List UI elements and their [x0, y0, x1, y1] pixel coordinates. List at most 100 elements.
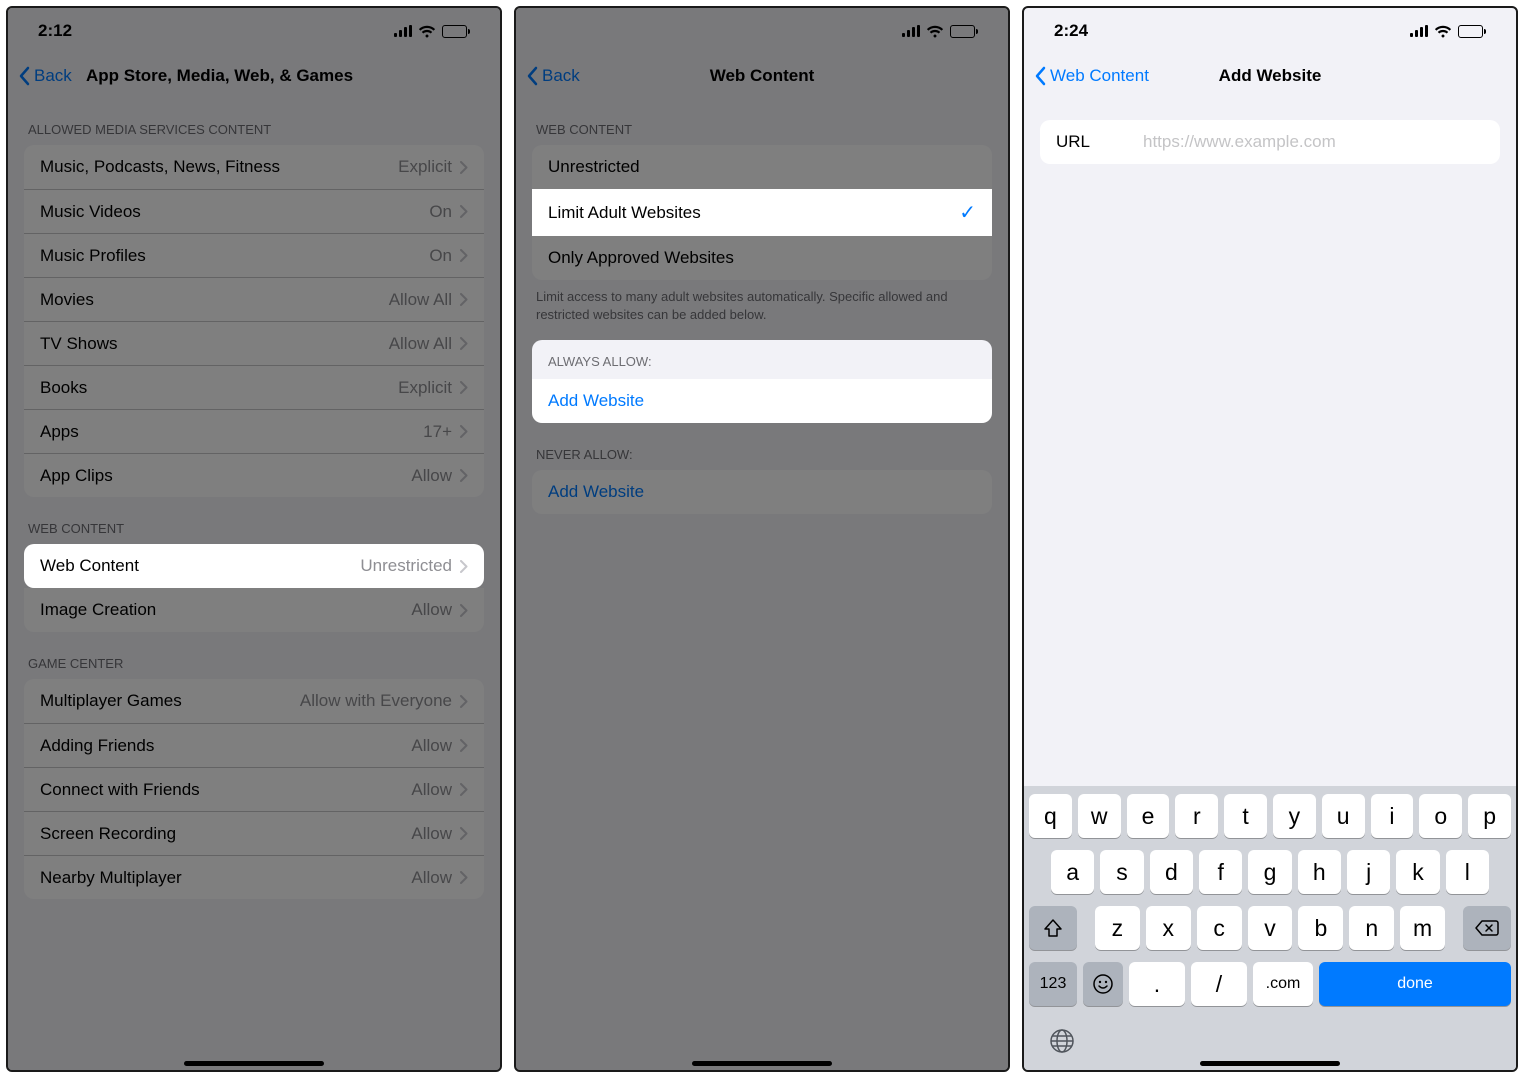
key-p[interactable]: p — [1468, 794, 1511, 838]
row-detail: Explicit — [398, 378, 452, 398]
key-b[interactable]: b — [1298, 906, 1343, 950]
key-m[interactable]: m — [1400, 906, 1445, 950]
key-d[interactable]: d — [1150, 850, 1193, 894]
key-w[interactable]: w — [1078, 794, 1121, 838]
row-label: Adding Friends — [40, 736, 411, 756]
add-website-always[interactable]: Add Website — [532, 379, 992, 423]
key-g[interactable]: g — [1248, 850, 1291, 894]
settings-row[interactable]: Music VideosOn — [24, 189, 484, 233]
battery-icon — [442, 25, 470, 38]
key-c[interactable]: c — [1197, 906, 1242, 950]
web-content-row-highlighted[interactable]: Web Content Unrestricted — [24, 544, 484, 588]
content-scroll[interactable]: URL — [1024, 98, 1516, 786]
key-u[interactable]: u — [1322, 794, 1365, 838]
key-n[interactable]: n — [1349, 906, 1394, 950]
url-input[interactable] — [1141, 131, 1484, 153]
status-time: 2:24 — [1054, 21, 1088, 41]
emoji-icon — [1092, 973, 1114, 995]
back-label: Back — [34, 66, 72, 86]
settings-row[interactable]: Music ProfilesOn — [24, 233, 484, 277]
emoji-key[interactable] — [1083, 962, 1123, 1006]
settings-row[interactable]: App ClipsAllow — [24, 453, 484, 497]
content-scroll[interactable]: WEB CONTENT Unrestricted Limit Adult Web… — [516, 98, 1008, 1070]
period-key[interactable]: . — [1129, 962, 1185, 1006]
back-button[interactable]: Back — [526, 66, 580, 86]
key-q[interactable]: q — [1029, 794, 1072, 838]
row-label: Multiplayer Games — [40, 691, 300, 711]
row-label: Connect with Friends — [40, 780, 411, 800]
section-header-web: WEB CONTENT — [8, 497, 500, 544]
slash-key[interactable]: / — [1191, 962, 1247, 1006]
settings-row[interactable]: Adding FriendsAllow — [24, 723, 484, 767]
chevron-right-icon — [460, 739, 468, 752]
chevron-right-icon — [460, 469, 468, 482]
settings-row[interactable]: TV ShowsAllow All — [24, 321, 484, 365]
option-limit-adult-highlighted[interactable]: Limit Adult Websites ✓ — [532, 189, 992, 236]
shift-key[interactable] — [1029, 906, 1077, 950]
dotcom-key[interactable]: .com — [1253, 962, 1313, 1006]
done-key[interactable]: done — [1319, 962, 1511, 1006]
key-z[interactable]: z — [1095, 906, 1140, 950]
chevron-right-icon — [460, 161, 468, 174]
chevron-right-icon — [460, 249, 468, 262]
row-detail: Allow — [411, 780, 452, 800]
key-i[interactable]: i — [1371, 794, 1414, 838]
home-indicator[interactable] — [1200, 1061, 1340, 1066]
row-label: Screen Recording — [40, 824, 411, 844]
key-a[interactable]: a — [1051, 850, 1094, 894]
settings-row[interactable]: Nearby MultiplayerAllow — [24, 855, 484, 899]
key-o[interactable]: o — [1419, 794, 1462, 838]
image-creation-row[interactable]: Image Creation Allow — [24, 588, 484, 632]
add-website-never[interactable]: Add Website — [532, 470, 992, 514]
row-label: Nearby Multiplayer — [40, 868, 411, 888]
chevron-left-icon — [18, 66, 30, 86]
status-indicators — [1410, 25, 1486, 38]
row-detail: Allow with Everyone — [300, 691, 452, 711]
settings-row[interactable]: Music, Podcasts, News, FitnessExplicit — [24, 145, 484, 189]
url-field-row[interactable]: URL — [1040, 120, 1500, 164]
settings-row[interactable]: Connect with FriendsAllow — [24, 767, 484, 811]
key-s[interactable]: s — [1100, 850, 1143, 894]
row-detail: Allow — [411, 736, 452, 756]
key-v[interactable]: v — [1248, 906, 1293, 950]
settings-row[interactable]: Apps17+ — [24, 409, 484, 453]
add-website-link: Add Website — [548, 391, 976, 411]
content-scroll[interactable]: ALLOWED MEDIA SERVICES CONTENT Music, Po… — [8, 98, 500, 1070]
row-detail: Allow All — [389, 290, 452, 310]
add-website-link: Add Website — [548, 482, 976, 502]
option-unrestricted[interactable]: Unrestricted — [532, 145, 992, 189]
chevron-right-icon — [460, 695, 468, 708]
key-t[interactable]: t — [1224, 794, 1267, 838]
row-label: Image Creation — [40, 600, 411, 620]
media-group: Music, Podcasts, News, FitnessExplicitMu… — [24, 145, 484, 497]
key-x[interactable]: x — [1146, 906, 1191, 950]
key-k[interactable]: k — [1396, 850, 1439, 894]
backspace-icon — [1475, 919, 1499, 937]
numbers-key[interactable]: 123 — [1029, 962, 1077, 1006]
globe-icon[interactable] — [1049, 1028, 1075, 1060]
key-f[interactable]: f — [1199, 850, 1242, 894]
home-indicator[interactable] — [184, 1061, 324, 1066]
settings-row[interactable]: MoviesAllow All — [24, 277, 484, 321]
backspace-key[interactable] — [1463, 906, 1511, 950]
chevron-right-icon — [460, 425, 468, 438]
back-label: Back — [542, 66, 580, 86]
key-h[interactable]: h — [1298, 850, 1341, 894]
back-button[interactable]: Back — [18, 66, 72, 86]
section-header-never-allow: NEVER ALLOW: — [516, 423, 1008, 470]
back-button[interactable]: Web Content — [1034, 66, 1149, 86]
key-l[interactable]: l — [1446, 850, 1489, 894]
key-r[interactable]: r — [1175, 794, 1218, 838]
key-y[interactable]: y — [1273, 794, 1316, 838]
keyboard-row-3: zxcvbnm — [1029, 906, 1511, 950]
option-label: Unrestricted — [548, 157, 976, 177]
settings-row[interactable]: Multiplayer GamesAllow with Everyone — [24, 679, 484, 723]
key-e[interactable]: e — [1127, 794, 1170, 838]
key-j[interactable]: j — [1347, 850, 1390, 894]
row-label: Apps — [40, 422, 423, 442]
home-indicator[interactable] — [692, 1061, 832, 1066]
option-only-approved[interactable]: Only Approved Websites — [532, 236, 992, 280]
settings-row[interactable]: Screen RecordingAllow — [24, 811, 484, 855]
settings-row[interactable]: BooksExplicit — [24, 365, 484, 409]
screen-web-content: Back Web Content WEB CONTENT Unrestricte… — [514, 6, 1010, 1072]
